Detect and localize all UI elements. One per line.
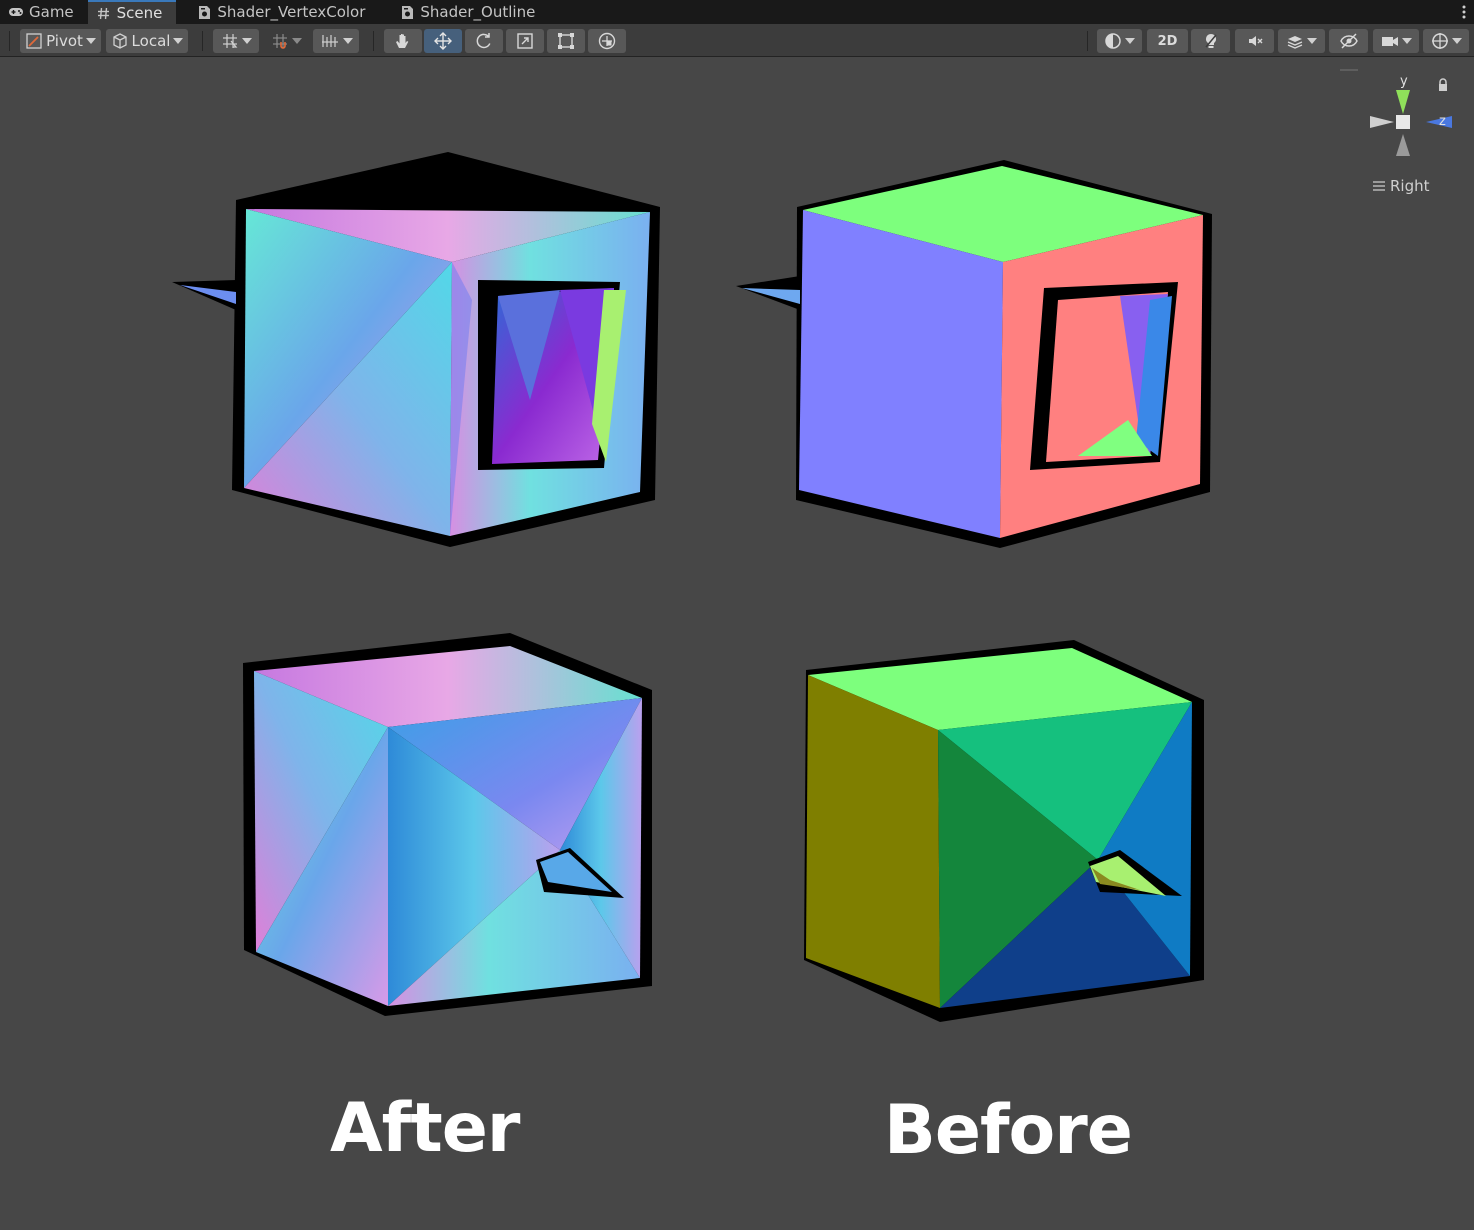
camera-settings-dropdown[interactable] bbox=[1373, 29, 1419, 53]
scale-tool-icon bbox=[517, 33, 533, 49]
hash-icon bbox=[96, 5, 112, 21]
toolbar-separator bbox=[9, 31, 10, 51]
rect-tool-button[interactable] bbox=[547, 29, 585, 53]
cube-before-top bbox=[736, 160, 1212, 548]
lightbulb-icon bbox=[1204, 34, 1217, 48]
tab-shader-vertexcolor[interactable]: Shader_VertexColor bbox=[176, 0, 379, 24]
toolbar-separator bbox=[373, 31, 374, 51]
cube-icon bbox=[112, 33, 127, 49]
pivot-icon bbox=[26, 33, 42, 49]
chevron-down-icon bbox=[1307, 38, 1317, 44]
transform-tool-button[interactable] bbox=[588, 29, 626, 53]
rect-tool-icon bbox=[558, 33, 574, 49]
layers-effects-icon bbox=[1287, 36, 1303, 49]
overlay-handle[interactable] bbox=[1340, 69, 1358, 71]
local-dropdown[interactable]: Local bbox=[106, 29, 188, 53]
caption-after: After bbox=[330, 1089, 520, 1168]
snap-settings-dropdown[interactable] bbox=[313, 29, 359, 53]
hand-tool-button[interactable] bbox=[384, 29, 422, 53]
chevron-down-icon bbox=[1125, 38, 1135, 44]
caption-before: Before bbox=[884, 1091, 1133, 1170]
lighting-toggle-button[interactable] bbox=[1191, 29, 1230, 53]
tab-bar: Game Scene Shader_VertexColor Shader_Out… bbox=[0, 0, 1474, 24]
speaker-muted-icon bbox=[1248, 36, 1262, 46]
chevron-down-icon bbox=[342, 38, 353, 44]
shader-file-icon bbox=[196, 4, 212, 20]
shading-sphere-icon bbox=[1105, 33, 1121, 49]
chevron-down-icon bbox=[1401, 38, 1412, 44]
grid-snap-icon bbox=[222, 34, 237, 48]
tab-game[interactable]: Game bbox=[0, 0, 88, 24]
axis-y-label: y bbox=[1400, 74, 1408, 89]
scene-render bbox=[172, 152, 1212, 1022]
axis-y-cone[interactable] bbox=[1396, 90, 1410, 114]
toolbar-separator bbox=[1087, 31, 1088, 51]
gizmo-globe-icon bbox=[1431, 33, 1448, 49]
toggle-2d-button[interactable]: 2D bbox=[1147, 29, 1188, 53]
grid-snap-dropdown[interactable] bbox=[213, 29, 259, 53]
scene-visibility-button[interactable] bbox=[1329, 29, 1368, 53]
chevron-down-icon bbox=[1451, 38, 1462, 44]
hand-tool-icon bbox=[396, 34, 409, 48]
gizmos-dropdown[interactable] bbox=[1423, 29, 1469, 53]
scene-viewport[interactable]: After Before bbox=[0, 57, 1474, 1230]
transform-tool-icon bbox=[598, 32, 616, 50]
chevron-down-icon bbox=[241, 38, 252, 44]
chevron-down-icon bbox=[173, 38, 184, 44]
toggle-2d-label: 2D bbox=[1157, 33, 1178, 49]
move-tool-button[interactable] bbox=[424, 29, 462, 53]
effects-dropdown[interactable] bbox=[1278, 29, 1325, 53]
gamepad-icon bbox=[8, 4, 24, 20]
snap-magnet-icon bbox=[272, 34, 287, 49]
eye-hidden-icon bbox=[1339, 33, 1358, 49]
audio-toggle-button[interactable] bbox=[1235, 29, 1274, 53]
view-mode-label[interactable]: Right bbox=[1372, 177, 1430, 195]
rotate-tool-button[interactable] bbox=[465, 29, 503, 53]
tab-scene[interactable]: Scene bbox=[87, 0, 177, 24]
lock-icon[interactable] bbox=[1437, 78, 1449, 92]
increment-snap-dropdown[interactable] bbox=[263, 29, 309, 53]
axis-neg-z-cone[interactable] bbox=[1370, 116, 1394, 128]
camera-icon bbox=[1381, 37, 1398, 46]
move-tool-icon bbox=[434, 32, 452, 50]
tab-label: Scene bbox=[116, 4, 163, 22]
cube-before-bottom bbox=[804, 640, 1204, 1022]
chevron-down-icon bbox=[85, 38, 96, 44]
local-label: Local bbox=[131, 32, 171, 50]
chevron-down-icon bbox=[291, 38, 302, 44]
gizmo-center-cube[interactable] bbox=[1396, 115, 1410, 129]
view-name: Right bbox=[1390, 177, 1430, 195]
rotate-tool-icon bbox=[476, 33, 491, 49]
toolbar-separator bbox=[202, 31, 203, 51]
hamburger-icon bbox=[1373, 181, 1385, 191]
axis-neg-y-cone[interactable] bbox=[1396, 134, 1410, 156]
pivot-dropdown[interactable]: Pivot bbox=[20, 29, 101, 53]
more-options-icon[interactable] bbox=[1454, 0, 1474, 24]
axis-z-label: z bbox=[1439, 114, 1446, 129]
tab-label: Game bbox=[29, 3, 74, 21]
pivot-label: Pivot bbox=[46, 32, 83, 50]
cube-after-bottom bbox=[243, 633, 652, 1016]
tab-shader-outline[interactable]: Shader_Outline bbox=[379, 0, 549, 24]
tab-label: Shader_Outline bbox=[420, 3, 536, 21]
cube-after-top bbox=[172, 152, 660, 547]
ruler-icon bbox=[321, 35, 338, 47]
tab-label: Shader_VertexColor bbox=[217, 3, 366, 21]
shader-file-icon bbox=[399, 4, 415, 20]
scene-toolbar: Pivot Local 2D bbox=[0, 24, 1474, 57]
shading-mode-dropdown[interactable] bbox=[1097, 29, 1142, 53]
scale-tool-button[interactable] bbox=[506, 29, 544, 53]
